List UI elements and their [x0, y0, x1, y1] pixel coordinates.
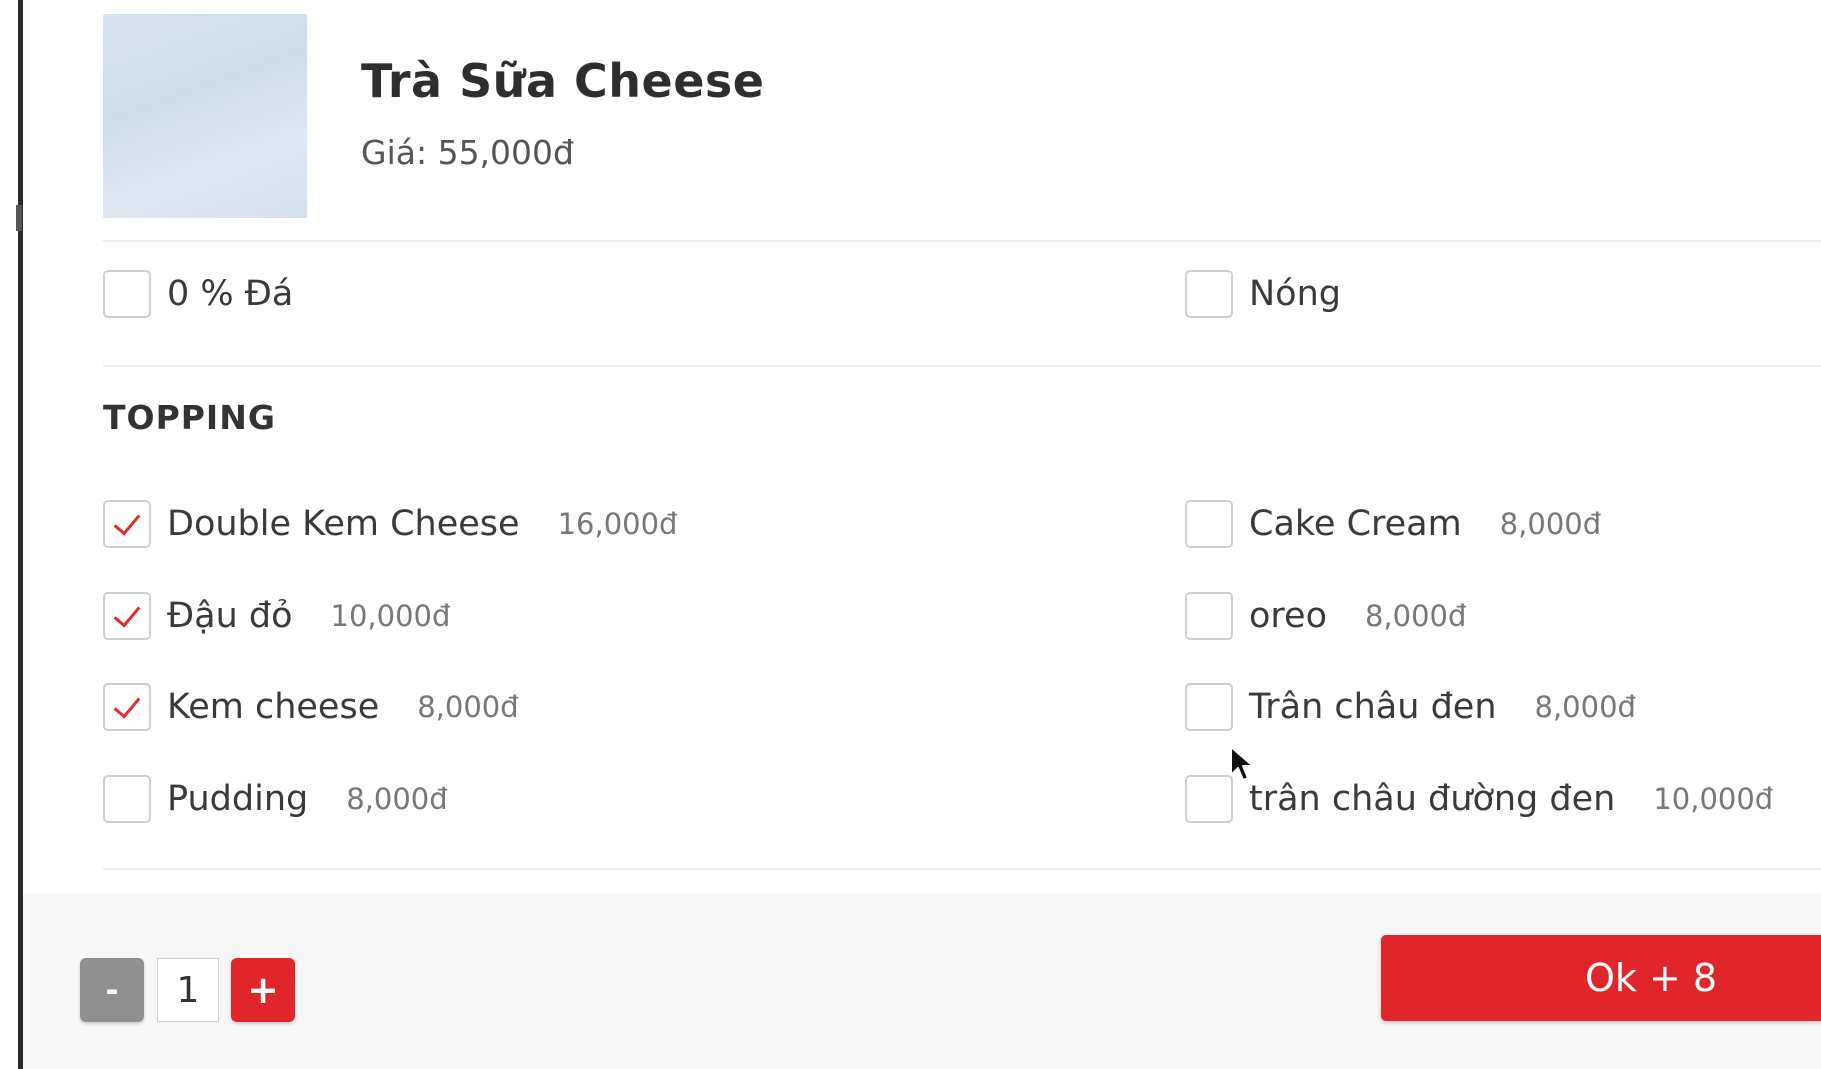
topping-label: oreo	[1249, 596, 1327, 636]
topping-label: Đậu đỏ	[167, 596, 293, 636]
option-item[interactable]: 0 % Đá	[103, 270, 293, 318]
topping-item[interactable]: Đậu đỏ 10,000đ	[103, 592, 450, 640]
topping-item[interactable]: Pudding 8,000đ	[103, 775, 448, 823]
window-edge-marker	[16, 205, 22, 231]
product-price: Giá: 55,000đ	[361, 133, 574, 172]
option-item[interactable]: Nóng	[1185, 270, 1341, 318]
topping-checkbox[interactable]	[103, 683, 151, 731]
divider	[103, 240, 1821, 242]
topping-checkbox[interactable]	[1185, 683, 1233, 731]
divider	[103, 868, 1821, 870]
topping-checkbox[interactable]	[103, 592, 151, 640]
topping-label: Double Kem Cheese	[167, 504, 520, 544]
option-checkbox[interactable]	[103, 270, 151, 318]
quantity-input[interactable]: 1	[157, 958, 219, 1022]
topping-label: Pudding	[167, 779, 309, 819]
topping-item[interactable]: oreo 8,000đ	[1185, 592, 1466, 640]
topping-label: trân châu đường đen	[1249, 779, 1616, 819]
option-checkbox[interactable]	[1185, 270, 1233, 318]
topping-price: 8,000đ	[417, 690, 519, 724]
topping-price: 10,000đ	[330, 599, 451, 633]
topping-price: 8,000đ	[1499, 507, 1602, 541]
topping-item[interactable]: Double Kem Cheese 16,000đ	[103, 500, 677, 548]
topping-item[interactable]: Trân châu đen 8,000đ	[1185, 683, 1636, 731]
topping-checkbox[interactable]	[103, 500, 151, 548]
divider	[103, 365, 1821, 367]
modal-footer: - 1 + Ok + 8	[23, 893, 1821, 1069]
quantity-decrease-button[interactable]: -	[80, 958, 144, 1022]
topping-label: Trân châu đen	[1249, 687, 1497, 727]
mouse-cursor-icon	[1230, 746, 1254, 781]
option-label: 0 % Đá	[167, 274, 294, 314]
ok-add-to-cart-button[interactable]: Ok + 8	[1381, 935, 1821, 1021]
product-name: Trà Sữa Cheese	[361, 54, 765, 108]
topping-checkbox[interactable]	[1185, 500, 1233, 548]
topping-checkbox[interactable]	[1185, 592, 1233, 640]
topping-item[interactable]: Cake Cream 8,000đ	[1185, 500, 1601, 548]
product-options-modal: Trà Sữa Cheese Giá: 55,000đ 0 % Đá Nóng …	[23, 0, 1821, 1069]
topping-item[interactable]: Kem cheese 8,000đ	[103, 683, 519, 731]
topping-price: 16,000đ	[557, 507, 678, 541]
topping-checkbox[interactable]	[103, 775, 151, 823]
topping-label: Cake Cream	[1249, 504, 1462, 544]
topping-price: 8,000đ	[1364, 599, 1467, 633]
topping-checkbox[interactable]	[1185, 775, 1233, 823]
topping-item[interactable]: trân châu đường đen 10,000đ	[1185, 775, 1773, 823]
option-label: Nóng	[1249, 274, 1341, 314]
topping-price: 8,000đ	[1534, 690, 1636, 724]
topping-price: 10,000đ	[1653, 782, 1774, 816]
topping-section-title: TOPPING	[103, 398, 276, 437]
quantity-increase-button[interactable]: +	[231, 958, 295, 1022]
topping-label: Kem cheese	[167, 687, 380, 727]
product-image	[103, 14, 307, 218]
topping-price: 8,000đ	[346, 782, 448, 816]
